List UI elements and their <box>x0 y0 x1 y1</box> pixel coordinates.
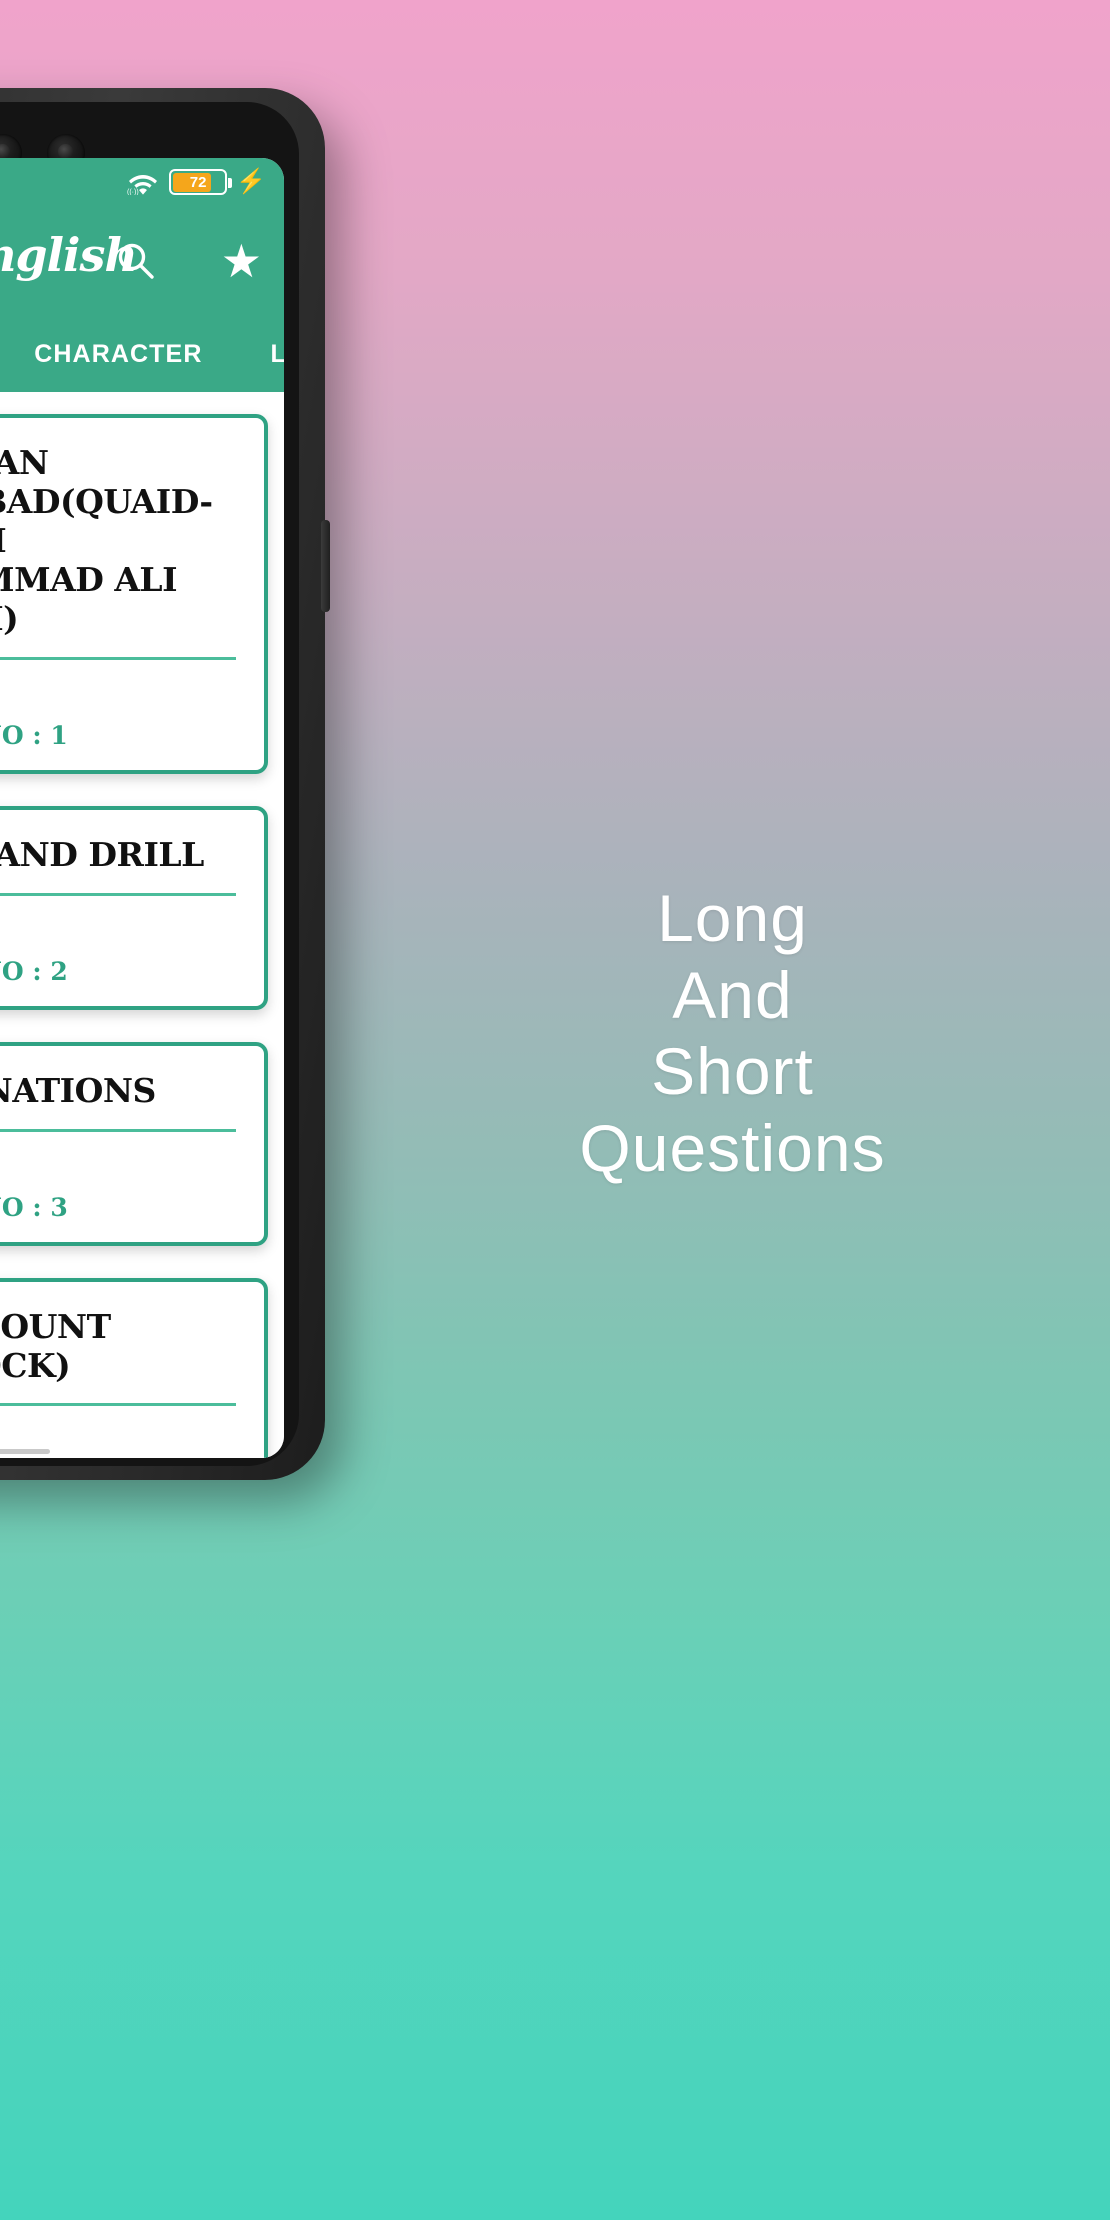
phone-mockup: ((·)) 72 ⚡ Quick English <box>0 88 330 1480</box>
chapter-number: Chapter NO : 1 <box>0 720 68 750</box>
list-item[interactable]: A FIRE AND DRILL Q/A : 8 Chapter NO : 2 <box>0 805 284 1010</box>
chapter-qa-count: Q/A : 8 <box>0 1146 244 1181</box>
chapter-title: EXAMINATIONS <box>0 1070 156 1110</box>
promo-line-2: And <box>672 957 793 1032</box>
tab-letter[interactable]: LETTER <box>236 340 284 369</box>
chapter-qa-count: Q/A : 8 <box>0 910 244 945</box>
svg-text:((·)): ((·)) <box>127 189 139 195</box>
chapter-qa-count: Q/A : 10 <box>0 674 244 709</box>
list-item[interactable]: PAKISTAN ZINDABAD(QUAID-E-AZAM MOHAMMAD … <box>0 414 284 774</box>
phone-screen: ((·)) 72 ⚡ Quick English <box>0 158 284 1458</box>
promo-line-1: Long <box>657 881 808 955</box>
divider <box>0 1128 237 1132</box>
divider <box>0 656 237 660</box>
charging-bolt-icon: ⚡ <box>236 168 266 195</box>
volume-button[interactable] <box>321 520 330 612</box>
chapter-title: PAKISTAN ZINDABAD(QUAID-E-AZAM MOHAMMAD … <box>0 443 213 638</box>
tab-character[interactable]: CHARACTER <box>0 340 236 369</box>
chapter-card[interactable]: AN ACCOUNT (PEACOCK) Q/A : 10 Chapter NO… <box>0 1277 268 1458</box>
chapter-number: Chapter NO : 2 <box>0 956 68 986</box>
promo-line-4: Questions <box>579 1110 886 1185</box>
chapter-title: A FIRE AND DRILL <box>0 834 204 874</box>
app-bar: Quick English ★ <box>0 206 284 316</box>
app-bar-actions: ★ <box>115 206 262 316</box>
search-icon[interactable] <box>115 240 157 282</box>
star-icon[interactable]: ★ <box>221 238 262 284</box>
divider <box>0 1403 237 1407</box>
tab-bar: STORY CHARACTER LETTER <box>0 316 284 392</box>
chapter-title: AN ACCOUNT (PEACOCK) <box>0 1306 111 1385</box>
promo-line-3: Short <box>651 1034 814 1109</box>
chapter-list[interactable]: PAKISTAN ZINDABAD(QUAID-E-AZAM MOHAMMAD … <box>0 392 284 1458</box>
chapter-card[interactable]: PAKISTAN ZINDABAD(QUAID-E-AZAM MOHAMMAD … <box>0 414 268 774</box>
battery-level: 72 <box>189 173 207 191</box>
battery-icon: 72 <box>169 169 233 195</box>
list-item[interactable]: AN ACCOUNT (PEACOCK) Q/A : 10 Chapter NO… <box>0 1277 284 1458</box>
status-bar: ((·)) 72 ⚡ <box>0 158 284 206</box>
scroll-indicator[interactable] <box>0 1449 50 1454</box>
chapter-card[interactable]: EXAMINATIONS Q/A : 8 Chapter NO : 3 <box>0 1041 268 1246</box>
chapter-number: Chapter NO : 3 <box>0 1192 68 1222</box>
list-item[interactable]: EXAMINATIONS Q/A : 8 Chapter NO : 3 <box>0 1041 284 1246</box>
promo-text: Long And Short Questions <box>355 880 1110 1186</box>
chapter-card[interactable]: A FIRE AND DRILL Q/A : 8 Chapter NO : 2 <box>0 805 268 1010</box>
divider <box>0 892 237 896</box>
phone-bezel: ((·)) 72 ⚡ Quick English <box>0 102 299 1466</box>
wifi-icon: ((·)) <box>126 169 160 196</box>
